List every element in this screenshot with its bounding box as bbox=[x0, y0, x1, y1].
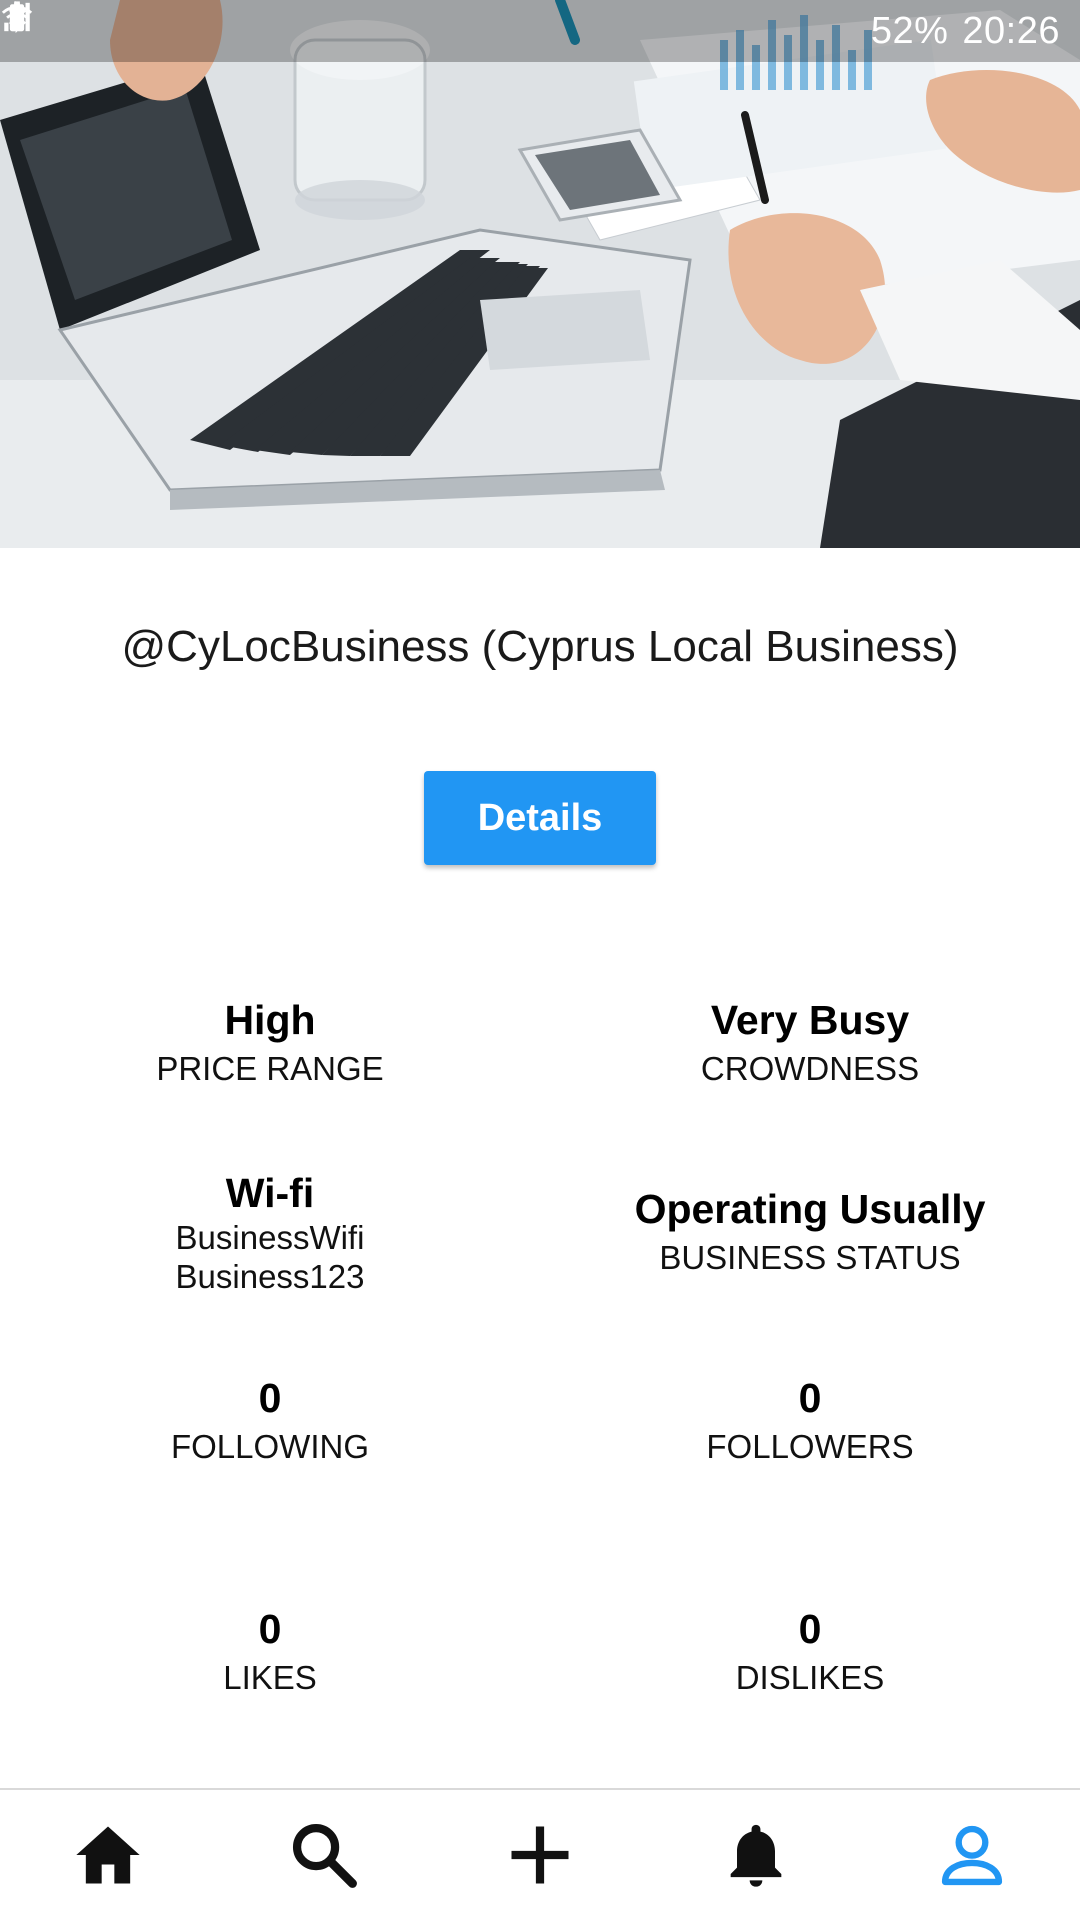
wifi-value: Wi-fi bbox=[225, 1170, 315, 1216]
search-icon bbox=[292, 1823, 357, 1888]
stat-price-range: High PRICE RANGE bbox=[0, 995, 540, 1089]
stat-likes: 0 LIKES bbox=[0, 1604, 540, 1698]
details-button[interactable]: Details bbox=[424, 771, 656, 865]
business-status-value: Operating Usually bbox=[634, 1186, 986, 1232]
bell-icon bbox=[730, 1824, 782, 1887]
likes-count: 0 bbox=[258, 1606, 282, 1652]
business-status-label: BUSINESS STATUS bbox=[659, 1239, 961, 1276]
bottom-navigation bbox=[0, 1788, 1080, 1920]
nav-profile[interactable] bbox=[864, 1789, 1080, 1921]
nav-home[interactable] bbox=[0, 1789, 216, 1921]
page-title: @CyLocBusiness (Cyprus Local Business) bbox=[121, 622, 959, 671]
stat-dislikes: 0 DISLIKES bbox=[540, 1604, 1080, 1698]
likes-label: LIKES bbox=[223, 1659, 317, 1696]
status-time: 20:26 bbox=[962, 9, 1060, 52]
cover-photo-illustration bbox=[0, 0, 1080, 548]
person-icon bbox=[941, 1825, 1003, 1886]
plus-icon bbox=[511, 1826, 569, 1884]
following-label: FOLLOWING bbox=[170, 1428, 370, 1465]
stat-wifi: Wi-fi BusinessWifi Business123 bbox=[0, 1168, 540, 1296]
cover-photo: 52% 20:26 bbox=[0, 0, 1080, 548]
crowdness-label: CROWDNESS bbox=[700, 1050, 920, 1087]
battery-percent: 52% bbox=[870, 9, 949, 52]
wifi-password: Business123 bbox=[175, 1258, 365, 1295]
status-bar: 52% 20:26 bbox=[0, 0, 1080, 62]
stat-business-status: Operating Usually BUSINESS STATUS bbox=[540, 1184, 1080, 1278]
nav-add[interactable] bbox=[432, 1789, 648, 1921]
crowdness-value: Very Busy bbox=[710, 997, 910, 1043]
price-range-value: High bbox=[224, 997, 316, 1043]
followers-label: FOLLOWERS bbox=[706, 1428, 914, 1465]
wifi-ssid: BusinessWifi bbox=[175, 1219, 365, 1256]
dislikes-label: DISLIKES bbox=[735, 1659, 885, 1696]
followers-count: 0 bbox=[798, 1375, 822, 1421]
nav-search[interactable] bbox=[216, 1789, 432, 1921]
home-icon bbox=[76, 1826, 140, 1884]
battery-icon bbox=[9, 2, 25, 32]
stat-crowdness: Very Busy CROWDNESS bbox=[540, 995, 1080, 1089]
stat-followers[interactable]: 0 FOLLOWERS bbox=[540, 1373, 1080, 1467]
price-range-label: PRICE RANGE bbox=[156, 1050, 384, 1087]
following-count: 0 bbox=[258, 1375, 282, 1421]
nav-notifications[interactable] bbox=[648, 1789, 864, 1921]
stat-following[interactable]: 0 FOLLOWING bbox=[0, 1373, 540, 1467]
dislikes-count: 0 bbox=[798, 1606, 822, 1652]
